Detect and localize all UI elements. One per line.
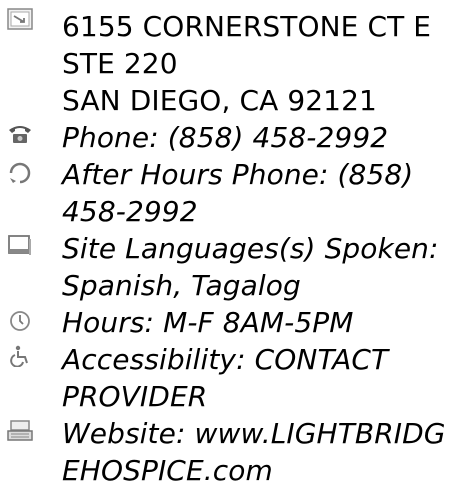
address-line-2: STE 220 (62, 47, 178, 80)
languages-line-1: Site Languages(s) Spoken: (62, 232, 439, 265)
accessibility-line-1: Accessibility: CONTACT (62, 343, 389, 376)
wheelchair-icon (6, 343, 34, 369)
after-hours-phone-icon (6, 160, 34, 186)
phone-text: Phone: (858) 458-2992 (62, 121, 389, 154)
address-line-1: 6155 CORNERSTONE CT E (62, 10, 432, 43)
hours-text: Hours: M-F 8AM-5PM (62, 306, 354, 339)
languages-line-2: Spanish, Tagalog (62, 269, 301, 302)
keyboard-computer-icon (6, 418, 34, 444)
map-card-icon (6, 6, 34, 32)
after-hours-line-2: 458-2992 (62, 195, 198, 228)
language-window-icon (6, 232, 34, 258)
website-line-2[interactable]: EHOSPICE.com (62, 453, 273, 488)
clock-icon (6, 308, 34, 334)
website-line-1[interactable]: Website: www.LIGHTBRIDG (62, 416, 446, 451)
telephone-icon (6, 121, 34, 147)
after-hours-line-1: After Hours Phone: (858) (62, 158, 414, 191)
address-line-3: SAN DIEGO, CA 92121 (62, 84, 377, 117)
accessibility-line-2: PROVIDER (62, 380, 208, 413)
